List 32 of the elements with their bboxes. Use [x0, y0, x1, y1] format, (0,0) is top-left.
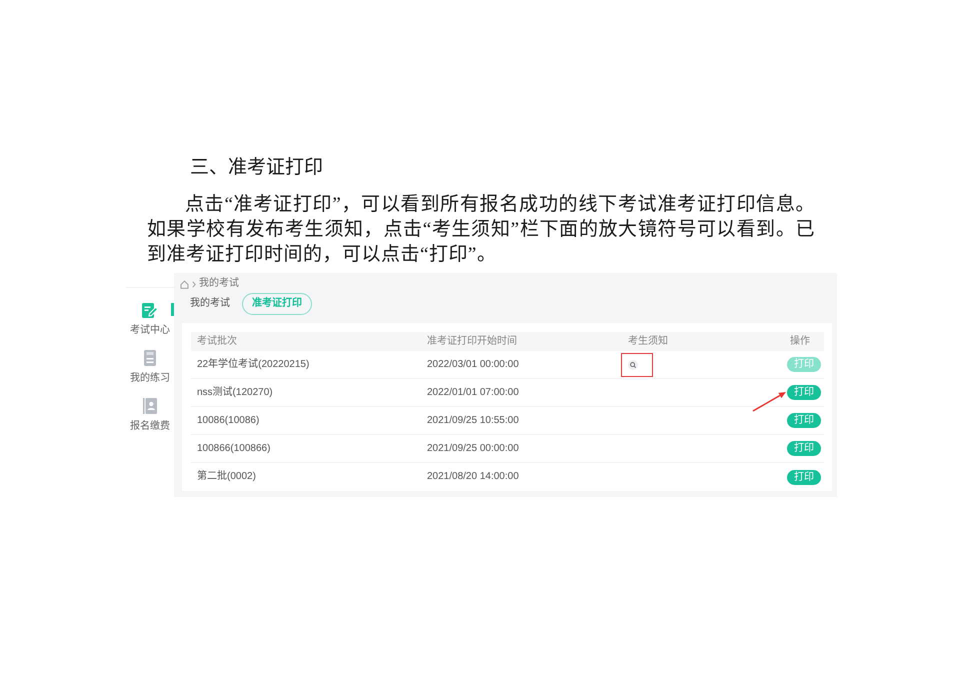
body-paragraph: 点击“准考证打印”，可以看到所有报名成功的线下考试准考证打印信息。如果学校有发布考生须知，点击“考生须知”栏下面的放大镜符号可以看到。已到准考证打印时间的，可以点击“打印”。 [147, 193, 815, 267]
sidebar-item[interactable]: 报名缴费 [126, 398, 174, 433]
table-cell-text: 2021/09/25 00:00:00 [426, 442, 520, 454]
tab[interactable]: 准考证打印 [242, 293, 312, 315]
sidebar-item[interactable]: 考试中心 [126, 302, 174, 337]
table-cell-text: 22年学位考试(20220215) [196, 358, 310, 370]
active-indicator [171, 303, 174, 316]
contact-card-icon [142, 398, 158, 414]
table-cell-text: 2021/08/20 14:00:00 [426, 471, 520, 483]
notebook-icon [142, 350, 158, 366]
table-cell-text: 10086(10086) [196, 414, 260, 426]
column-header: 操作 [789, 336, 811, 348]
column-header: 准考证打印开始时间 [426, 336, 518, 348]
column-header: 考试批次 [196, 336, 238, 348]
section-heading: 三、准考证打印 [190, 156, 323, 180]
print-button[interactable]: 打印 [787, 413, 821, 428]
print-button[interactable]: 打印 [787, 385, 821, 400]
table-cell-text: 2021/09/25 10:55:00 [426, 414, 520, 426]
table-cell-text: 2022/03/01 00:00:00 [426, 358, 520, 370]
chevron-icon [192, 280, 196, 288]
tab[interactable]: 我的考试 [180, 293, 240, 315]
sidebar-item[interactable]: 我的练习 [126, 350, 174, 385]
edit-document-icon [142, 302, 158, 318]
table-cell-text: 2022/01/01 07:00:00 [426, 386, 520, 398]
home-icon [180, 280, 189, 288]
table-cell-text: 第二批(0002) [196, 471, 257, 483]
table-cell-text: 100866(100866) [196, 442, 272, 454]
breadcrumb-link[interactable]: 我的考试 [199, 278, 239, 290]
print-button[interactable]: 打印 [787, 441, 821, 456]
table-cell-text: nss测试(120270) [196, 386, 274, 398]
column-header: 考生须知 [627, 336, 669, 348]
print-button[interactable]: 打印 [787, 470, 821, 484]
